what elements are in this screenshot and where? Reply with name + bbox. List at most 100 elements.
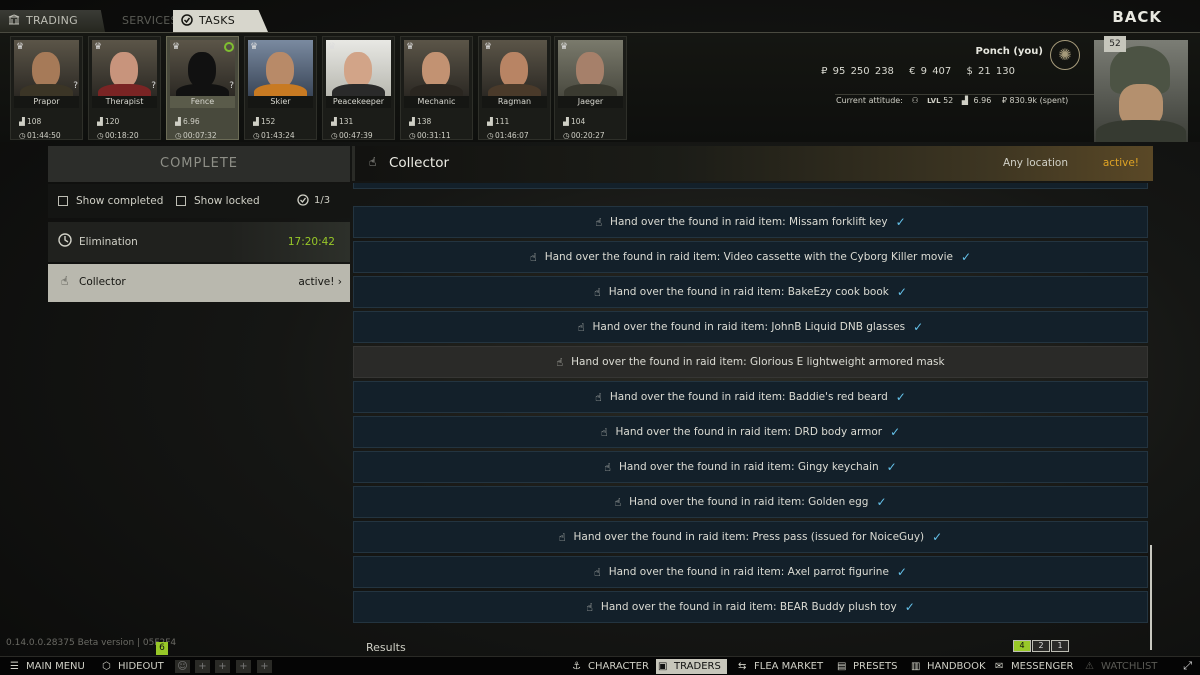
main-menu-button[interactable]: ☰ MAIN MENU xyxy=(8,659,85,674)
clock-icon: ◷ xyxy=(97,131,104,140)
hand-icon: ☝ xyxy=(614,495,622,509)
back-button[interactable]: BACK xyxy=(1112,8,1162,26)
quick-slot[interactable]: + xyxy=(236,660,251,673)
hand-icon: ☝ xyxy=(577,320,585,334)
objective-row-partial xyxy=(353,183,1148,189)
trader-level-value: 138 xyxy=(417,117,432,126)
quest-name: Collector xyxy=(79,276,126,288)
player-money: ₽ 95 250 238 € 9 407 $ 21 130 xyxy=(811,66,1015,77)
trader-restock-time: 00:18:20 xyxy=(105,131,139,140)
person-icon: ☺ xyxy=(177,661,188,672)
tab-trading[interactable]: TRADING xyxy=(0,10,105,32)
quest-item-elimination[interactable]: Elimination 17:20:42 xyxy=(48,222,350,262)
reward-icons: 4 2 1 xyxy=(1013,640,1069,652)
objective-text: Hand over the found in raid item: DRD bo… xyxy=(615,426,883,438)
messenger-button[interactable]: ✉ MESSENGER xyxy=(993,659,1073,674)
level-bars-icon: ▟ xyxy=(175,117,181,126)
watchlist-button[interactable]: ⚠ WATCHLIST xyxy=(1083,659,1157,674)
lvl-label: LVL xyxy=(927,97,941,105)
quick-slot[interactable]: + xyxy=(257,660,272,673)
checkmark-icon: ✓ xyxy=(895,215,906,229)
player-panel: Ponch (you) ₽ 95 250 238 € 9 407 $ 21 13… xyxy=(780,32,1200,142)
trader-card-prapor[interactable]: ♛ ? Prapor ▟ 108 ◷ 01:44:50 xyxy=(10,36,83,140)
flea-market-button[interactable]: ⇆ FLEA MARKET xyxy=(736,659,823,674)
objective-text: Hand over the found in raid item: Video … xyxy=(544,251,953,263)
checkbox-box xyxy=(176,196,186,206)
trader-restock: ◷ 00:07:32 xyxy=(167,131,240,140)
handbook-button[interactable]: ▥ HANDBOOK xyxy=(909,659,986,674)
trader-card-peacekeeper[interactable]: ♛ Peacekeeper ▟ 131 ◷ 00:47:39 xyxy=(322,36,395,140)
hideout-label: HIDEOUT xyxy=(118,661,164,672)
trader-card-ragman[interactable]: ♛ Ragman ▟ 111 ◷ 01:46:07 xyxy=(478,36,551,140)
checkmark-icon: ✓ xyxy=(913,320,924,334)
crown-icon: ♛ xyxy=(406,42,415,52)
scrollbar[interactable] xyxy=(1150,545,1152,650)
objective-row: ☝ Hand over the found in raid item: Video… xyxy=(353,241,1148,273)
tab-services[interactable]: SERVICES xyxy=(98,10,178,32)
objective-text: Hand over the found in raid item: BEAR B… xyxy=(600,601,897,613)
trader-level: ▟ 131 xyxy=(323,117,396,126)
euros-balance: € 9 407 xyxy=(909,66,952,77)
hand-icon: ☝ xyxy=(594,565,601,579)
trader-card-therapist[interactable]: ♛ ? Therapist ▟ 120 ◷ 00:18:20 xyxy=(88,36,161,140)
quest-status: active! › xyxy=(298,276,342,288)
objective-text: Hand over the found in raid item: JohnB … xyxy=(592,321,906,333)
clock-icon: ◷ xyxy=(253,131,260,140)
clock-icon: ◷ xyxy=(175,131,182,140)
quest-filters: Show completed Show locked 1/3 xyxy=(48,184,350,218)
player-level-badge: 52 xyxy=(1104,36,1126,52)
hand-icon: ☝ xyxy=(369,155,377,169)
trader-level: ▟ 152 xyxy=(245,117,318,126)
objective-text: Hand over the found in raid item: Missam… xyxy=(610,216,888,228)
spent-value: ₽ 830.9k (spent) xyxy=(1001,96,1069,105)
quest-item-collector[interactable]: ☝ Collector active! › xyxy=(48,264,350,302)
trader-card-skier[interactable]: ♛ Skier ▟ 152 ◷ 01:43:24 xyxy=(244,36,317,140)
trader-restock-time: 01:44:50 xyxy=(27,131,61,140)
character-button[interactable]: ⚓ CHARACTER xyxy=(570,659,649,674)
presets-button[interactable]: ▤ PRESETS xyxy=(835,659,897,674)
trader-restock: ◷ 00:47:39 xyxy=(323,131,396,140)
faction-emblem-icon: ✺ xyxy=(1050,40,1080,70)
question-icon: ? xyxy=(229,81,234,91)
quest-status: active! xyxy=(1102,157,1139,169)
chevron-right-icon: › xyxy=(337,276,342,288)
traders-label: TRADERS xyxy=(674,661,721,672)
tab-services-label: SERVICES xyxy=(122,14,178,27)
clock-icon: ◷ xyxy=(409,131,416,140)
main-menu-label: MAIN MENU xyxy=(26,661,85,672)
trader-restock-time: 01:43:24 xyxy=(261,131,295,140)
fullscreen-icon[interactable]: ⤢ xyxy=(1183,659,1192,673)
trader-restock: ◷ 01:46:07 xyxy=(479,131,552,140)
objective-text: Hand over the found in raid item: Press … xyxy=(573,531,925,543)
presets-icon: ▤ xyxy=(837,661,847,672)
tab-tasks[interactable]: TASKS xyxy=(173,10,268,32)
trader-card-mechanic[interactable]: ♛ Mechanic ▟ 138 ◷ 00:31:11 xyxy=(400,36,473,140)
quest-location: Any location xyxy=(1002,157,1068,169)
clock-icon: ◷ xyxy=(487,131,494,140)
quest-timer: 17:20:42 xyxy=(287,236,335,248)
quick-slot-profile[interactable]: ☺ xyxy=(175,660,190,673)
hand-icon: ☝ xyxy=(529,250,537,264)
hideout-badge: 6 xyxy=(156,642,168,655)
show-completed-checkbox[interactable]: Show completed xyxy=(58,195,163,207)
objectives-list[interactable]: ☝ Hand over the found in raid item: Missa… xyxy=(352,183,1148,628)
complete-button[interactable]: COMPLETE xyxy=(48,146,350,182)
traders-button[interactable]: ▣ TRADERS xyxy=(656,659,727,674)
quick-slot[interactable]: + xyxy=(195,660,210,673)
bottom-bar: ☰ MAIN MENU ⬡ HIDEOUT 6 ☺ + + + + ⚓ CHARACT… xyxy=(0,642,1200,675)
show-locked-checkbox[interactable]: Show locked xyxy=(176,195,260,207)
reward-icon: 2 xyxy=(1032,640,1050,652)
handbook-label: HANDBOOK xyxy=(927,661,986,672)
quest-status-text: active! xyxy=(298,276,335,288)
trader-card-jaeger[interactable]: ♛ Jaeger ▟ 104 ◷ 00:20:27 xyxy=(554,36,627,140)
dollars-balance: $ 21 130 xyxy=(966,66,1015,77)
objective-row: ☝ Hand over the found in raid item: Glori… xyxy=(353,346,1148,378)
crown-icon: ♛ xyxy=(172,42,181,52)
trader-card-fence[interactable]: ♛ ? Fence ▟ 6.96 ◷ 00:07:32 xyxy=(166,36,239,140)
trader-level-value: 108 xyxy=(27,117,42,126)
completed-check-icon xyxy=(224,42,234,52)
hideout-button[interactable]: ⬡ HIDEOUT xyxy=(100,659,164,674)
trader-restock: ◷ 00:18:20 xyxy=(89,131,162,140)
version-text: 0.14.0.0.28375 Beta version | 05F2F4 xyxy=(6,638,177,648)
quick-slot[interactable]: + xyxy=(215,660,230,673)
